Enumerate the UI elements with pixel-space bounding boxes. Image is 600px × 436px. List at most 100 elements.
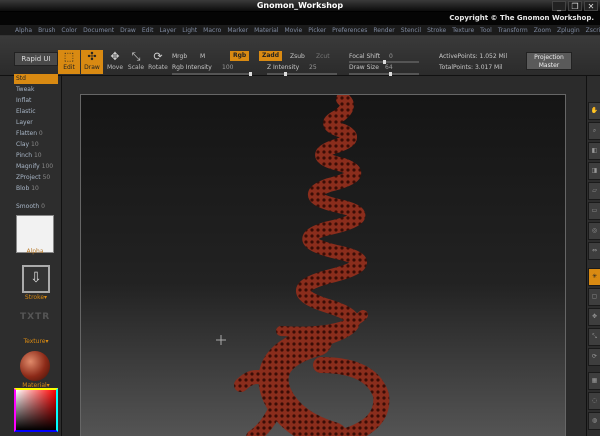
frame-icon: ▢ (591, 293, 598, 300)
draw-icon: ✣ (87, 50, 97, 63)
texture-logo[interactable]: TXTR (20, 312, 50, 322)
brush-flatten[interactable]: Flatten 0 (14, 129, 58, 139)
draw-size-slider[interactable] (349, 72, 419, 76)
menu-marker[interactable]: Marker (227, 25, 248, 35)
arrow-down-icon: ⇩ (30, 270, 42, 286)
brush-clay-value: 10 (31, 141, 39, 148)
menu-draw[interactable]: Draw (120, 25, 136, 35)
texture-label-text: Texture (23, 338, 46, 345)
brush-zproject[interactable]: ZProject 50 (14, 173, 58, 183)
minimize-button[interactable]: _ (552, 1, 566, 11)
menu-transform[interactable]: Transform (498, 25, 528, 35)
focal-shift-slider[interactable] (349, 60, 419, 64)
xyz-button[interactable]: ✳ (588, 268, 600, 286)
copyright-strip: Copyright © The Gnomon Workshop. (0, 12, 600, 25)
menu-tool[interactable]: Tool (480, 25, 492, 35)
cursor-crosshair (216, 335, 226, 345)
sculpt-model (216, 92, 390, 436)
menu-document[interactable]: Document (83, 25, 114, 35)
lsym-button[interactable]: ⇔ (588, 242, 600, 260)
menu-preferences[interactable]: Preferences (332, 25, 367, 35)
brush-clay-label: Clay (16, 141, 30, 148)
actual-button[interactable]: ◧ (588, 142, 600, 160)
move-button[interactable]: ✥ Move (104, 50, 126, 74)
color-picker[interactable] (14, 388, 58, 432)
menu-movie[interactable]: Movie (284, 25, 302, 35)
rapid-ui-button[interactable]: Rapid UI (14, 52, 58, 66)
rgb-intensity-slider[interactable] (172, 72, 252, 76)
edit-button[interactable]: ⬚ Edit (58, 50, 80, 74)
close-button[interactable]: ✕ (584, 1, 598, 11)
scale-button[interactable]: ⤡ Scale (125, 50, 147, 74)
polyframe-button[interactable]: ▦ (588, 372, 600, 390)
menu-light[interactable]: Light (182, 25, 197, 35)
material-sphere[interactable] (20, 351, 50, 381)
frame-button[interactable]: ▢ (588, 288, 600, 306)
brush-clay[interactable]: Clay 10 (14, 140, 58, 150)
total-points: TotalPoints: 3.017 Mil (439, 64, 503, 71)
menu-render[interactable]: Render (373, 25, 394, 35)
rgb-button[interactable]: Rgb (230, 51, 250, 61)
draw-button[interactable]: ✣ Draw (81, 50, 103, 74)
z-intensity-label: Z Intensity (267, 64, 300, 71)
brush-pinch[interactable]: Pinch 10 (14, 151, 58, 161)
menu-picker[interactable]: Picker (308, 25, 326, 35)
restore-button[interactable]: ❐ (568, 1, 582, 11)
brush-smooth[interactable]: Smooth 0 (14, 202, 58, 212)
mrgb-button[interactable]: Mrgb (172, 53, 187, 60)
brush-pinch-label: Pinch (16, 152, 33, 159)
floor-button[interactable]: ▭ (588, 202, 600, 220)
zadd-button[interactable]: Zadd (259, 51, 282, 61)
zoom-button[interactable]: ⌕ (588, 122, 600, 140)
menu-zscript[interactable]: Zscript (586, 25, 600, 35)
scale-view-button[interactable]: ⤡ (588, 328, 600, 346)
menu-zplugin[interactable]: Zplugin (557, 25, 580, 35)
texture-label[interactable]: Texture▾ (14, 338, 58, 345)
brush-magnify[interactable]: Magnify 100 (14, 162, 58, 172)
brush-elastic-label: Elastic (16, 108, 36, 115)
scroll-button[interactable]: ✋ (588, 102, 600, 120)
local-button[interactable]: ◎ (588, 222, 600, 240)
ghost-button[interactable]: ◍ (588, 412, 600, 430)
edit-icon: ⬚ (63, 50, 75, 63)
menu-material[interactable]: Material (254, 25, 278, 35)
alpha-label[interactable]: Alpha (16, 248, 54, 255)
menu-macro[interactable]: Macro (203, 25, 221, 35)
zsub-button[interactable]: Zsub (290, 53, 305, 60)
move-view-button[interactable]: ✥ (588, 308, 600, 326)
zcut-button[interactable]: Zcut (316, 53, 330, 60)
brush-layer[interactable]: Layer (14, 118, 58, 128)
menu-stroke[interactable]: Stroke (427, 25, 446, 35)
document-canvas[interactable] (80, 92, 566, 436)
brush-blob[interactable]: Blob 10 (14, 184, 58, 194)
brush-elastic[interactable]: Elastic (14, 107, 58, 117)
menu-layer[interactable]: Layer (159, 25, 176, 35)
brush-std[interactable]: Std (14, 74, 58, 84)
menu-brush[interactable]: Brush (38, 25, 55, 35)
brush-inflat[interactable]: Inflat (14, 96, 58, 106)
menu-edit[interactable]: Edit (142, 25, 154, 35)
aahalf-button[interactable]: ◨ (588, 162, 600, 180)
scale-icon: ⤡ (131, 50, 141, 63)
stroke-label[interactable]: Stroke▾ (14, 294, 58, 301)
draw-label: Draw (84, 64, 100, 71)
scroll-icon: ✋ (590, 107, 599, 114)
brush-zproject-label: ZProject (16, 174, 41, 181)
m-button[interactable]: M (200, 53, 205, 60)
persp-button[interactable]: ▱ (588, 182, 600, 200)
rotate-button[interactable]: ⟳ Rotate (147, 50, 169, 74)
copyright-text: Copyright © The Gnomon Workshop. (449, 14, 594, 22)
menu-alpha[interactable]: Alpha (15, 25, 32, 35)
z-intensity-slider[interactable] (267, 72, 337, 76)
brush-tweak[interactable]: Tweak (14, 85, 58, 95)
rotate-view-button[interactable]: ⟳ (588, 348, 600, 366)
brush-flatten-value: 0 (38, 130, 43, 137)
menu-color[interactable]: Color (61, 25, 77, 35)
projection-master-button[interactable]: Projection Master (526, 52, 572, 70)
transp-button[interactable]: ◌ (588, 392, 600, 410)
rotate-view-icon: ⟳ (591, 353, 598, 360)
menu-zoom[interactable]: Zoom (534, 25, 551, 35)
menu-stencil[interactable]: Stencil (401, 25, 421, 35)
stroke-swatch[interactable]: ⇩ (22, 265, 50, 293)
menu-texture[interactable]: Texture (452, 25, 474, 35)
